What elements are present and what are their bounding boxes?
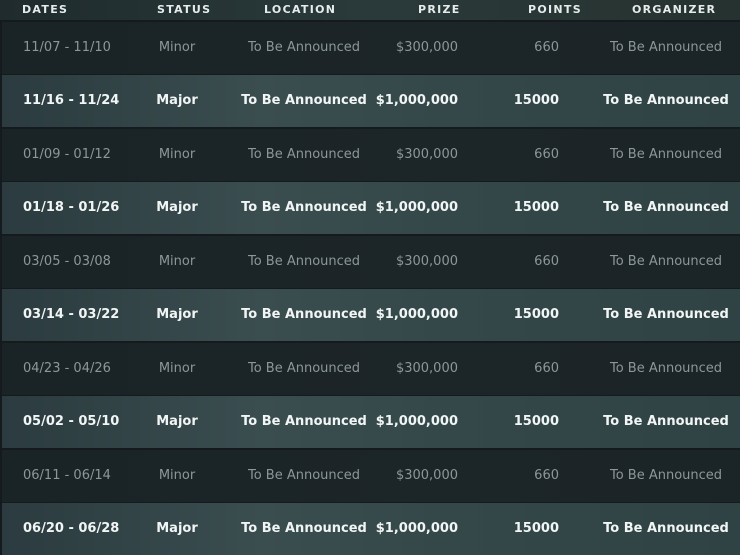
cell-organizer: To Be Announced <box>603 521 729 536</box>
cell-dates: 04/23 - 04/26 <box>23 361 111 376</box>
table-row[interactable]: 01/18 - 01/26 Major To Be Announced $1,000,… <box>2 182 740 234</box>
table-row[interactable]: 11/16 - 11/24 Major To Be Announced $1,000,… <box>2 75 740 127</box>
cell-status: Minor <box>158 254 196 269</box>
cell-organizer: To Be Announced <box>603 307 729 322</box>
table-row[interactable]: 06/20 - 06/28 Major To Be Announced $1,000,… <box>2 503 740 555</box>
cell-points: 15000 <box>513 521 559 536</box>
cell-points: 660 <box>534 361 559 376</box>
cell-organizer: To Be Announced <box>609 40 723 55</box>
cell-status: Major <box>156 93 198 108</box>
cell-prize: $1,000,000 <box>375 93 458 108</box>
header-prize[interactable]: PRIZE <box>418 3 461 17</box>
cell-dates: 06/11 - 06/14 <box>23 468 111 483</box>
cell-prize: $1,000,000 <box>375 200 458 215</box>
table-row[interactable]: 06/11 - 06/14 Minor To Be Announced $300,00… <box>2 450 740 502</box>
cell-organizer: To Be Announced <box>609 147 723 162</box>
header-status[interactable]: STATUS <box>157 3 211 17</box>
header-organizer[interactable]: ORGANIZER <box>632 3 716 17</box>
cell-prize: $1,000,000 <box>375 307 458 322</box>
table-row[interactable]: 03/05 - 03/08 Minor To Be Announced $300,00… <box>2 236 740 288</box>
cell-location: To Be Announced <box>247 147 361 162</box>
cell-location: To Be Announced <box>247 254 361 269</box>
tournament-schedule-table: DATES STATUS LOCATION PRIZE POINTS ORGAN… <box>0 0 740 555</box>
cell-points: 660 <box>534 468 559 483</box>
cell-location: To Be Announced <box>247 468 361 483</box>
cell-location: To Be Announced <box>241 307 367 322</box>
cell-dates: 11/07 - 11/10 <box>23 40 111 55</box>
table-header: DATES STATUS LOCATION PRIZE POINTS ORGAN… <box>0 0 740 20</box>
cell-organizer: To Be Announced <box>603 414 729 429</box>
cell-status: Minor <box>158 361 196 376</box>
cell-status: Minor <box>158 468 196 483</box>
cell-status: Major <box>156 414 198 429</box>
cell-location: To Be Announced <box>241 200 367 215</box>
cell-points: 660 <box>534 40 559 55</box>
cell-points: 660 <box>534 147 559 162</box>
cell-dates: 03/05 - 03/08 <box>23 254 111 269</box>
table-row[interactable]: 05/02 - 05/10 Major To Be Announced $1,000,… <box>2 396 740 448</box>
header-dates[interactable]: DATES <box>22 3 68 17</box>
cell-points: 15000 <box>513 200 559 215</box>
header-points[interactable]: POINTS <box>528 3 582 17</box>
cell-status: Major <box>156 521 198 536</box>
cell-dates: 01/18 - 01/26 <box>23 200 120 215</box>
table-row[interactable]: 11/07 - 11/10 Minor To Be Announced $300,00… <box>2 22 740 74</box>
cell-prize: $300,000 <box>395 468 458 483</box>
cell-dates: 01/09 - 01/12 <box>23 147 111 162</box>
cell-organizer: To Be Announced <box>609 361 723 376</box>
cell-prize: $1,000,000 <box>375 521 458 536</box>
cell-dates: 03/14 - 03/22 <box>23 307 120 322</box>
cell-dates: 11/16 - 11/24 <box>23 93 120 108</box>
cell-location: To Be Announced <box>241 414 367 429</box>
cell-prize: $300,000 <box>395 147 458 162</box>
cell-location: To Be Announced <box>241 93 367 108</box>
cell-organizer: To Be Announced <box>609 254 723 269</box>
cell-prize: $300,000 <box>395 254 458 269</box>
cell-points: 15000 <box>513 93 559 108</box>
header-location[interactable]: LOCATION <box>264 3 336 17</box>
cell-status: Minor <box>158 40 196 55</box>
cell-organizer: To Be Announced <box>603 93 729 108</box>
table-row[interactable]: 03/14 - 03/22 Major To Be Announced $1,000,… <box>2 289 740 341</box>
cell-status: Major <box>156 307 198 322</box>
cell-points: 15000 <box>513 414 559 429</box>
cell-location: To Be Announced <box>247 361 361 376</box>
cell-prize: $1,000,000 <box>375 414 458 429</box>
cell-location: To Be Announced <box>247 40 361 55</box>
cell-location: To Be Announced <box>241 521 367 536</box>
cell-prize: $300,000 <box>395 40 458 55</box>
cell-status: Minor <box>158 147 196 162</box>
table-row[interactable]: 01/09 - 01/12 Minor To Be Announced $300,00… <box>2 129 740 181</box>
cell-points: 660 <box>534 254 559 269</box>
cell-dates: 06/20 - 06/28 <box>23 521 120 536</box>
cell-dates: 05/02 - 05/10 <box>23 414 120 429</box>
cell-organizer: To Be Announced <box>609 468 723 483</box>
cell-status: Major <box>156 200 198 215</box>
cell-prize: $300,000 <box>395 361 458 376</box>
table-row[interactable]: 04/23 - 04/26 Minor To Be Announced $300,00… <box>2 343 740 395</box>
cell-points: 15000 <box>513 307 559 322</box>
cell-organizer: To Be Announced <box>603 200 729 215</box>
